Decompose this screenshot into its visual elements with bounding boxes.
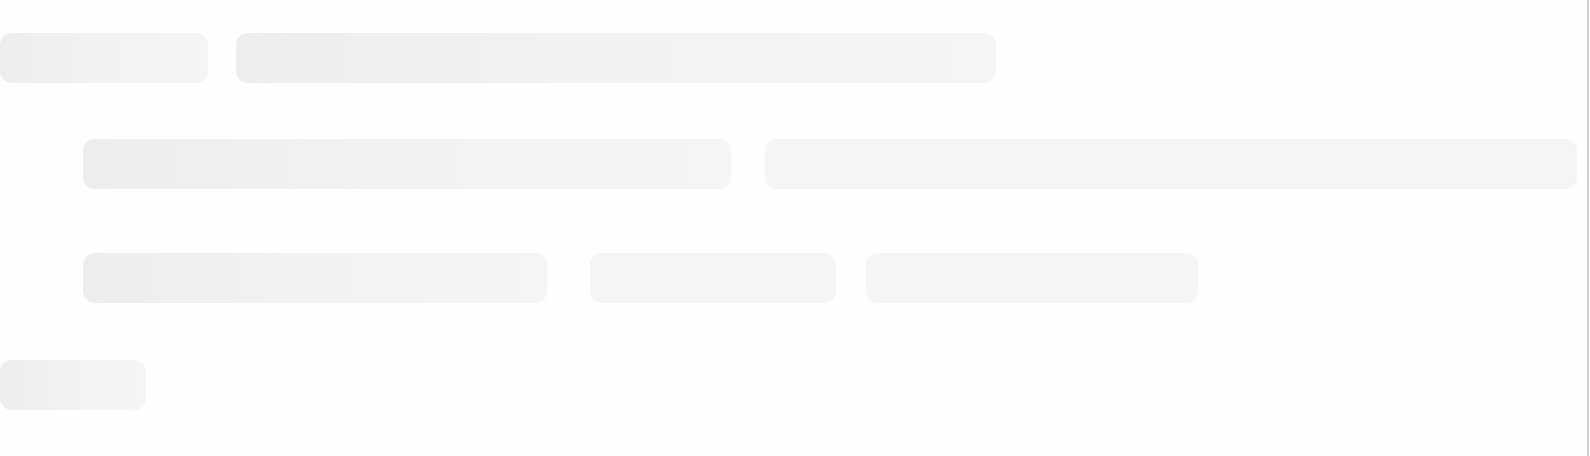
skeleton-bar-row2-a — [83, 139, 731, 189]
skeleton-bar-row4-a — [0, 360, 146, 410]
skeleton-bar-row1-a — [0, 33, 208, 83]
skeleton-bar-row3-b — [590, 253, 836, 303]
loading-skeleton-page — [0, 0, 1590, 456]
window-edge-divider — [1587, 0, 1589, 456]
skeleton-bar-row3-a — [83, 253, 547, 303]
skeleton-bar-row2-b — [765, 139, 1577, 189]
skeleton-bar-row3-c — [866, 253, 1198, 303]
skeleton-bar-row1-b — [236, 33, 996, 83]
